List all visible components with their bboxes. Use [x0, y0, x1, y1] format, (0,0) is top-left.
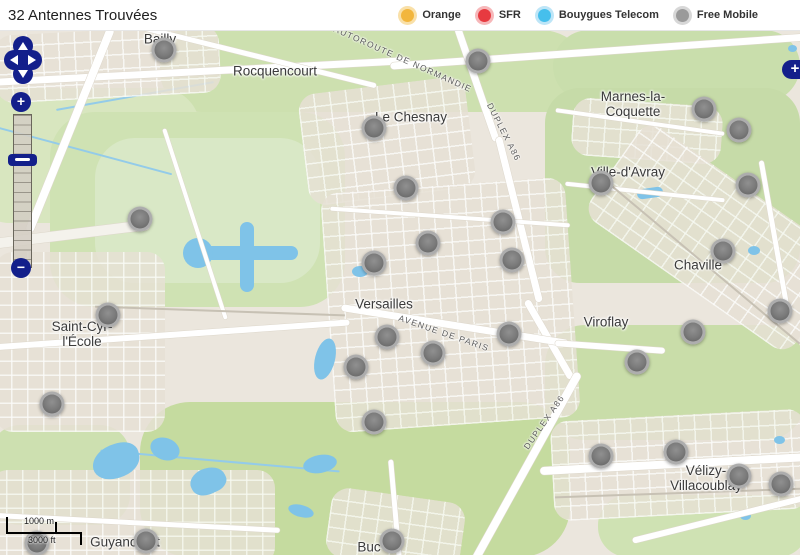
antenna-marker[interactable]: [664, 440, 689, 465]
water-pond: [788, 45, 797, 52]
antenna-marker[interactable]: [768, 299, 793, 324]
layer-switcher-button[interactable]: +: [782, 60, 800, 79]
antenna-marker[interactable]: [727, 464, 752, 489]
legend-item-label: Orange: [422, 9, 461, 21]
place-label-marnes-la-coquette: Marnes-la- Coquette: [601, 89, 666, 119]
antenna-marker[interactable]: [134, 529, 159, 554]
legend-item-free-mobile[interactable]: Free Mobile: [673, 9, 758, 22]
water-canal: [240, 222, 254, 292]
sfr-dot-icon: [478, 9, 491, 22]
antenna-marker[interactable]: [362, 251, 387, 276]
antenna-marker[interactable]: [692, 97, 717, 122]
antenna-marker[interactable]: [769, 472, 794, 497]
antenna-marker[interactable]: [497, 322, 522, 347]
map-canvas[interactable]: AUTOROUTE DE NORMANDIEDUPLEX A86AVENUE D…: [0, 30, 800, 555]
legend-item-sfr[interactable]: SFR: [475, 9, 521, 22]
antenna-marker[interactable]: [96, 303, 121, 328]
place-label-le-chesnay: Le Chesnay: [375, 109, 447, 124]
arrow-right-icon: [28, 55, 36, 65]
antenna-marker[interactable]: [380, 529, 405, 554]
legend-item-label: Free Mobile: [697, 9, 758, 21]
antenna-marker[interactable]: [466, 49, 491, 74]
zoom-slider-handle[interactable]: [8, 154, 37, 166]
scale-metric-label: 1000 m: [24, 516, 54, 526]
antenna-marker[interactable]: [491, 210, 516, 235]
zoom-out-button[interactable]: −: [11, 258, 31, 278]
antenna-marker[interactable]: [128, 207, 153, 232]
scale-tick: [80, 532, 82, 545]
antenna-marker[interactable]: [344, 355, 369, 380]
antenna-marker[interactable]: [727, 118, 752, 143]
antenna-marker[interactable]: [375, 325, 400, 350]
page-title: 32 Antennes Trouvées: [8, 7, 157, 24]
free-mobile-dot-icon: [676, 9, 689, 22]
bouygues-telecom-dot-icon: [538, 9, 551, 22]
antenna-marker[interactable]: [421, 341, 446, 366]
antenna-marker[interactable]: [589, 171, 614, 196]
legend: Orange SFR Bouygues Telecom Free Mobile: [398, 0, 758, 30]
place-label-versailles: Versailles: [355, 296, 413, 311]
antenna-marker[interactable]: [394, 176, 419, 201]
antenna-marker[interactable]: [681, 320, 706, 345]
antenna-marker[interactable]: [152, 38, 177, 63]
place-label-rocquencourt: Rocquencourt: [233, 63, 317, 78]
antenna-marker[interactable]: [625, 350, 650, 375]
place-label-buc: Buc: [357, 539, 380, 554]
antenna-marker[interactable]: [711, 239, 736, 264]
antenna-marker[interactable]: [40, 392, 65, 417]
scale-bar: 1000 m 3000 ft: [6, 516, 101, 550]
header-bar: 32 Antennes Trouvées Orange SFR Bouygues T…: [0, 0, 800, 31]
antenna-marker[interactable]: [500, 248, 525, 273]
arrow-up-icon: [18, 42, 28, 50]
water-pond: [774, 436, 785, 444]
antenna-marker[interactable]: [416, 231, 441, 256]
legend-item-label: Bouygues Telecom: [559, 9, 659, 21]
antenna-marker[interactable]: [362, 410, 387, 435]
scale-tick: [55, 522, 57, 532]
legend-item-orange[interactable]: Orange: [398, 9, 461, 22]
water-pond: [748, 246, 760, 255]
scale-imperial-label: 3000 ft: [28, 535, 56, 545]
pan-zoom-control: + −: [3, 36, 43, 286]
pan-south-button[interactable]: [13, 64, 33, 84]
legend-item-bouygues-telecom[interactable]: Bouygues Telecom: [535, 9, 659, 22]
antenna-marker[interactable]: [736, 173, 761, 198]
zoom-in-button[interactable]: +: [11, 92, 31, 112]
orange-dot-icon: [401, 9, 414, 22]
antenna-marker[interactable]: [362, 116, 387, 141]
antenna-marker[interactable]: [589, 444, 614, 469]
arrow-left-icon: [10, 55, 18, 65]
place-label-viroflay: Viroflay: [584, 314, 629, 329]
arrow-down-icon: [18, 70, 28, 78]
zoom-slider-track[interactable]: [13, 114, 32, 268]
scale-line: [6, 532, 82, 534]
legend-item-label: SFR: [499, 9, 521, 21]
